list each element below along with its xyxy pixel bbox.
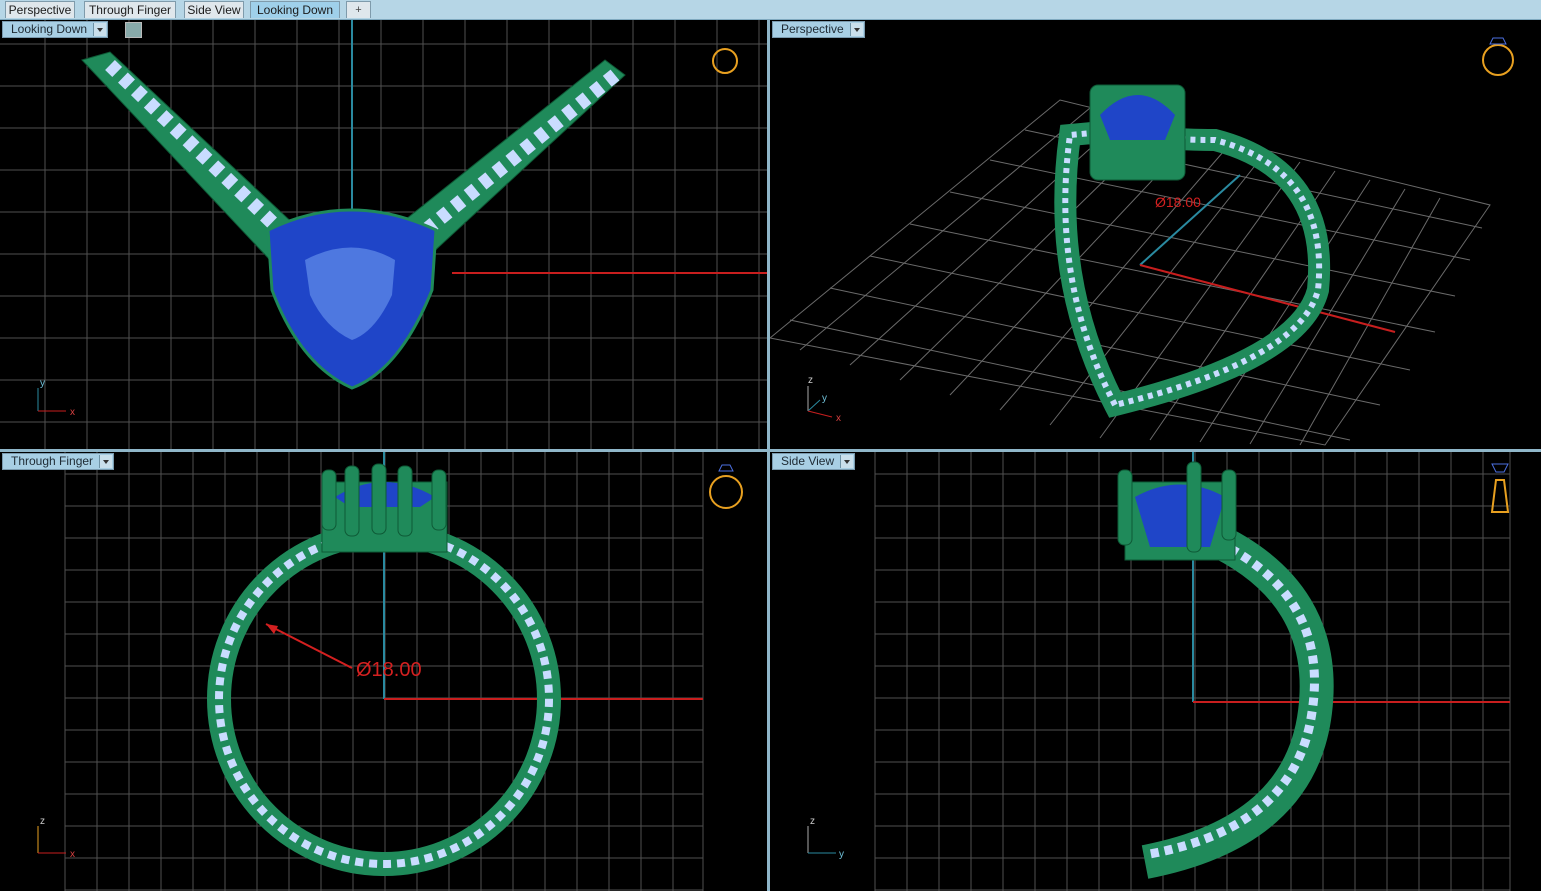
viewport-splitter-horizontal[interactable] (0, 449, 1541, 452)
viewport-label-text: Perspective (781, 22, 844, 36)
add-tab-icon[interactable]: + (346, 1, 371, 18)
dropdown-arrow-icon[interactable] (840, 455, 854, 468)
tab-side-view[interactable]: Side View (184, 1, 244, 18)
viewport-label-text: Through Finger (11, 454, 94, 468)
viewport-splitter-vertical[interactable] (767, 20, 770, 891)
viewport-through-finger[interactable]: Ø18.00 z x Through Finger (0, 452, 767, 891)
through-finger-canvas: Ø18.00 z x (37, 452, 743, 891)
tab-looking-down[interactable]: Looking Down (250, 1, 340, 18)
svg-text:z: z (808, 375, 813, 386)
viewport-label-through-finger[interactable]: Through Finger (2, 453, 115, 470)
dropdown-arrow-icon[interactable] (849, 23, 863, 36)
viewport-label-looking-down[interactable]: Looking Down (2, 21, 109, 38)
perspective-canvas: Ø18.00 z y x (770, 37, 1514, 446)
svg-text:x: x (70, 849, 75, 860)
dimension-label: Ø18.00 (356, 659, 422, 681)
axis-indicator: z y x (807, 375, 841, 424)
viewport-label-text: Side View (781, 454, 835, 468)
axis-indicator: y x (37, 378, 75, 418)
ring-view-cube-icon[interactable] (1482, 37, 1514, 76)
viewport-label-perspective[interactable]: Perspective (772, 21, 865, 38)
tab-perspective[interactable]: Perspective (5, 1, 75, 18)
axis-indicator: z x (37, 816, 75, 860)
dimension-label: Ø18.00 (1155, 194, 1201, 210)
svg-text:x: x (836, 413, 841, 424)
dropdown-arrow-icon[interactable] (99, 455, 113, 468)
viewport-perspective[interactable]: Ø18.00 z y x Perspective (770, 20, 1541, 449)
viewport-tab-bar: Perspective Through Finger Side View Loo… (0, 0, 1541, 20)
svg-text:z: z (810, 816, 815, 827)
axis-indicator: z y (807, 816, 844, 860)
ring-view-cube-icon[interactable] (1490, 463, 1510, 513)
tab-through-finger[interactable]: Through Finger (84, 1, 176, 18)
viewport-label-text: Looking Down (11, 22, 88, 36)
svg-text:y: y (839, 849, 844, 860)
viewport-label-side-view[interactable]: Side View (772, 453, 856, 470)
viewport-looking-down[interactable]: y x Looking Down (0, 20, 767, 449)
tool-button[interactable] (125, 22, 142, 38)
svg-text:y: y (822, 393, 827, 404)
svg-text:z: z (40, 816, 45, 827)
ring-view-cube-icon[interactable] (709, 464, 743, 509)
looking-down-canvas: y x (0, 20, 767, 449)
viewport-side-view[interactable]: z y Side View (770, 452, 1541, 891)
dropdown-arrow-icon[interactable] (93, 23, 107, 36)
svg-text:x: x (70, 407, 75, 418)
svg-text:y: y (40, 378, 45, 389)
side-view-canvas: z y (807, 452, 1511, 891)
